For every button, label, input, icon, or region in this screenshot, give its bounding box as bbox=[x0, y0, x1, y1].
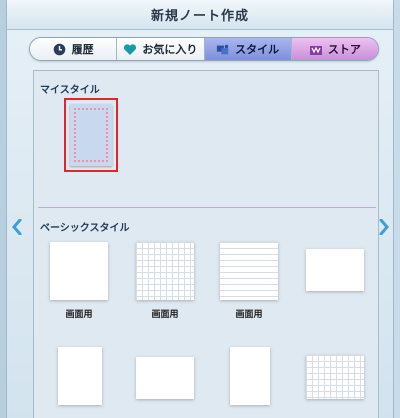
my-style-card[interactable] bbox=[70, 104, 112, 166]
heart-icon bbox=[123, 42, 137, 56]
style-card-label: 画面用 bbox=[151, 310, 179, 320]
my-style-heading: マイスタイル bbox=[40, 85, 100, 96]
store-icon bbox=[309, 42, 323, 56]
style-list-panel: マイスタイル ベーシックスタイル 画面用 画面用 画面用 bbox=[33, 70, 379, 418]
dialog-title: 新規ノート作成 bbox=[150, 9, 249, 24]
style-card-grid-2[interactable] bbox=[306, 355, 364, 399]
tab-bar: 履歴 お気に入り スタイル ストア bbox=[29, 37, 379, 61]
basic-style-heading: ベーシックスタイル bbox=[40, 223, 130, 234]
style-card-label: 画面用 bbox=[235, 310, 263, 320]
tab-favorites[interactable]: お気に入り bbox=[117, 38, 205, 60]
style-card-grid[interactable] bbox=[136, 242, 194, 300]
tab-favorites-label: お気に入り bbox=[142, 43, 198, 56]
tab-history-label: 履歴 bbox=[71, 43, 94, 56]
tab-style[interactable]: スタイル bbox=[204, 38, 292, 60]
style-card-landscape-2[interactable] bbox=[136, 357, 194, 399]
my-style-dotted-border bbox=[74, 108, 108, 162]
style-icon bbox=[216, 42, 230, 56]
tab-style-label: スタイル bbox=[235, 43, 280, 56]
next-arrow-icon[interactable] bbox=[379, 218, 389, 236]
tab-history[interactable]: 履歴 bbox=[30, 38, 118, 60]
style-card-label: 画面用 bbox=[65, 310, 93, 320]
clock-icon bbox=[53, 42, 67, 56]
style-card-lined[interactable] bbox=[220, 242, 278, 300]
new-note-dialog: 新規ノート作成 履歴 お気に入り スタイル ストア マイスタイル ベーシックスタ… bbox=[6, 0, 394, 418]
style-card-landscape[interactable] bbox=[306, 249, 364, 291]
tab-store[interactable]: ストア bbox=[291, 38, 378, 60]
title-bar: 新規ノート作成 bbox=[7, 0, 393, 30]
prev-arrow-icon[interactable] bbox=[12, 218, 22, 236]
section-divider bbox=[38, 207, 376, 208]
style-card-blank[interactable] bbox=[50, 242, 108, 300]
style-card-portrait[interactable] bbox=[58, 347, 102, 405]
style-card-portrait-2[interactable] bbox=[230, 347, 270, 405]
tab-store-label: ストア bbox=[327, 43, 361, 56]
